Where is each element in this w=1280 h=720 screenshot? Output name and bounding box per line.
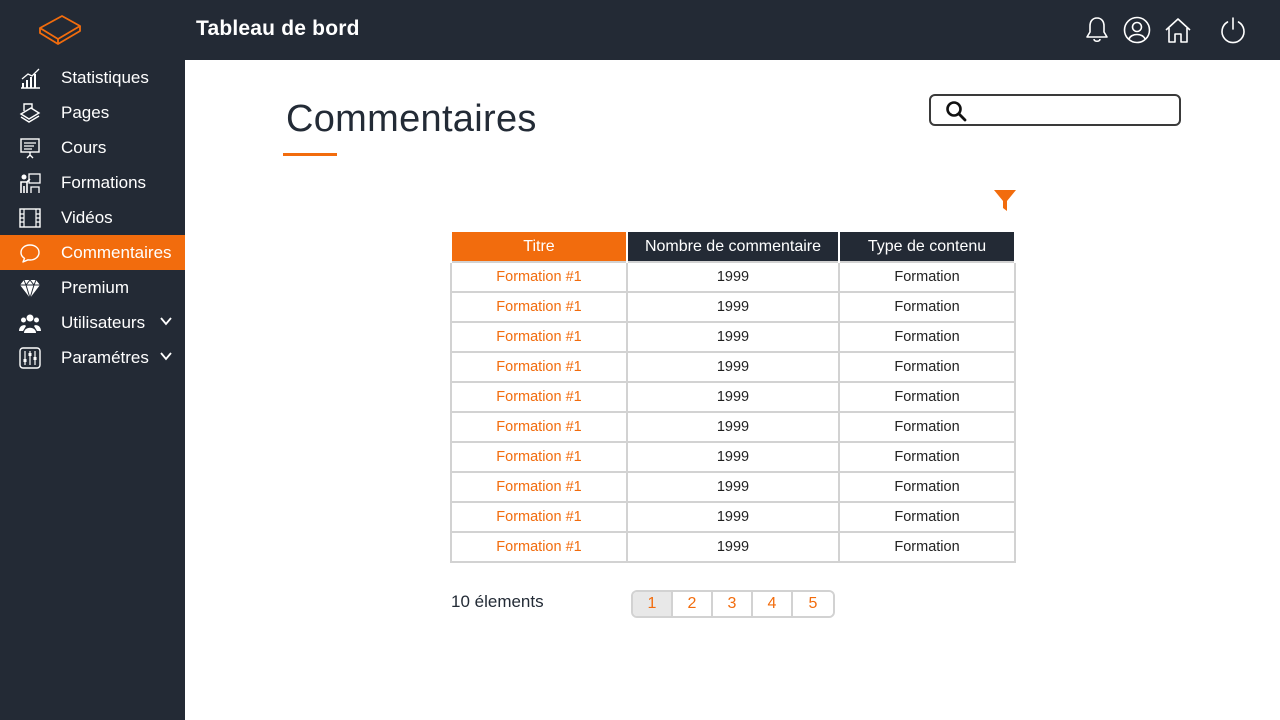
user-icon[interactable] [1122, 15, 1152, 45]
sliders-icon [19, 347, 41, 369]
page-button-5[interactable]: 5 [793, 592, 833, 616]
cell-content-type: Formation [838, 501, 1016, 533]
cell-comment-count: 1999 [626, 351, 840, 383]
cell-title-link[interactable]: Formation #1 [450, 471, 628, 503]
power-icon[interactable] [1218, 15, 1248, 45]
cell-comment-count: 1999 [626, 471, 840, 503]
table-row[interactable]: Formation #1 1999 Formation [450, 441, 1016, 473]
sidebar-item-label: Utilisateurs [61, 313, 146, 332]
sidebar-item-label: Pages [61, 103, 110, 122]
cell-content-type: Formation [838, 291, 1016, 323]
search-box[interactable] [929, 94, 1181, 126]
page-button-4[interactable]: 4 [753, 592, 793, 616]
sidebar-item-label: Premium [61, 278, 130, 297]
cell-title-link[interactable]: Formation #1 [450, 441, 628, 473]
sidebar-item-statistiques[interactable]: Statistiques [0, 60, 185, 95]
sidebar-item-videos[interactable]: Vidéos [0, 200, 185, 235]
cell-title-link[interactable]: Formation #1 [450, 261, 628, 293]
page-button-3[interactable]: 3 [713, 592, 753, 616]
sidebar-item-pages[interactable]: Pages [0, 95, 185, 130]
column-header-nombre[interactable]: Nombre de commentaire [626, 230, 840, 262]
table-header-row: Titre Nombre de commentaire Type de cont… [450, 230, 1016, 262]
training-icon [20, 173, 41, 193]
pagination: 1 2 3 4 5 [631, 590, 835, 618]
cell-comment-count: 1999 [626, 291, 840, 323]
search-input[interactable] [975, 99, 1175, 123]
cell-content-type: Formation [838, 261, 1016, 293]
cell-content-type: Formation [838, 411, 1016, 443]
cell-content-type: Formation [838, 351, 1016, 383]
cell-content-type: Formation [838, 531, 1016, 563]
filter-icon[interactable] [993, 189, 1017, 213]
column-header-type[interactable]: Type de contenu [838, 230, 1016, 262]
sidebar-item-utilisateurs[interactable]: Utilisateurs [0, 305, 185, 340]
cell-comment-count: 1999 [626, 321, 840, 353]
search-icon[interactable] [945, 100, 967, 122]
sidebar-item-premium[interactable]: Premium [0, 270, 185, 305]
table-row[interactable]: Formation #1 1999 Formation [450, 381, 1016, 413]
chart-icon [21, 68, 40, 89]
book-logo-icon[interactable] [36, 12, 84, 48]
table-row[interactable]: Formation #1 1999 Formation [450, 291, 1016, 323]
chevron-down-icon[interactable] [160, 316, 172, 326]
cell-comment-count: 1999 [626, 381, 840, 413]
sidebar-item-label: Statistiques [61, 68, 149, 87]
table-row[interactable]: Formation #1 1999 Formation [450, 501, 1016, 533]
cell-comment-count: 1999 [626, 441, 840, 473]
cell-title-link[interactable]: Formation #1 [450, 291, 628, 323]
sidebar-item-commentaires[interactable]: Commentaires [0, 235, 185, 270]
cell-title-link[interactable]: Formation #1 [450, 411, 628, 443]
users-icon [19, 314, 41, 333]
presentation-icon [20, 138, 40, 159]
cell-content-type: Formation [838, 381, 1016, 413]
cell-title-link[interactable]: Formation #1 [450, 381, 628, 413]
table-row[interactable]: Formation #1 1999 Formation [450, 351, 1016, 383]
chevron-down-icon[interactable] [160, 351, 172, 361]
cell-content-type: Formation [838, 471, 1016, 503]
page-button-1[interactable]: 1 [633, 592, 673, 616]
cell-comment-count: 1999 [626, 501, 840, 533]
table-row[interactable]: Formation #1 1999 Formation [450, 411, 1016, 443]
cell-title-link[interactable]: Formation #1 [450, 501, 628, 533]
diamond-icon [20, 279, 40, 299]
sidebar-item-formations[interactable]: Formations [0, 165, 185, 200]
sidebar-item-label: Vidéos [61, 208, 113, 227]
table-row[interactable]: Formation #1 1999 Formation [450, 321, 1016, 353]
sidebar-item-label: Formations [61, 173, 147, 192]
cell-comment-count: 1999 [626, 411, 840, 443]
sidebar-item-label: Cours [61, 138, 107, 157]
sidebar-item-parametres[interactable]: Paramétres [0, 340, 185, 375]
table-row[interactable]: Formation #1 1999 Formation [450, 471, 1016, 503]
page-title: Commentaires [286, 98, 537, 140]
cell-content-type: Formation [838, 321, 1016, 353]
app-title: Tableau de bord [196, 17, 360, 40]
sidebar-item-label: Commentaires [61, 243, 172, 262]
table-row[interactable]: Formation #1 1999 Formation [450, 531, 1016, 563]
cell-content-type: Formation [838, 441, 1016, 473]
title-underline [283, 153, 337, 156]
sidebar-item-label: Paramétres [61, 348, 149, 367]
sidebar-item-cours[interactable]: Cours [0, 130, 185, 165]
column-header-titre[interactable]: Titre [450, 230, 628, 262]
cell-title-link[interactable]: Formation #1 [450, 321, 628, 353]
comments-table: Titre Nombre de commentaire Type de cont… [450, 230, 1016, 563]
top-bar: Tableau de bord [0, 0, 1280, 60]
cell-title-link[interactable]: Formation #1 [450, 351, 628, 383]
page-button-2[interactable]: 2 [673, 592, 713, 616]
cell-title-link[interactable]: Formation #1 [450, 531, 628, 563]
bell-icon[interactable] [1082, 15, 1112, 45]
pages-icon [19, 103, 41, 123]
item-count-label: 10 élements [451, 592, 544, 611]
comment-icon [20, 244, 40, 263]
home-icon[interactable] [1163, 15, 1193, 45]
table-row[interactable]: Formation #1 1999 Formation [450, 261, 1016, 293]
film-icon [19, 208, 41, 228]
cell-comment-count: 1999 [626, 261, 840, 293]
cell-comment-count: 1999 [626, 531, 840, 563]
sidebar: Statistiques Pages Cours Formations Vidé… [0, 60, 185, 720]
